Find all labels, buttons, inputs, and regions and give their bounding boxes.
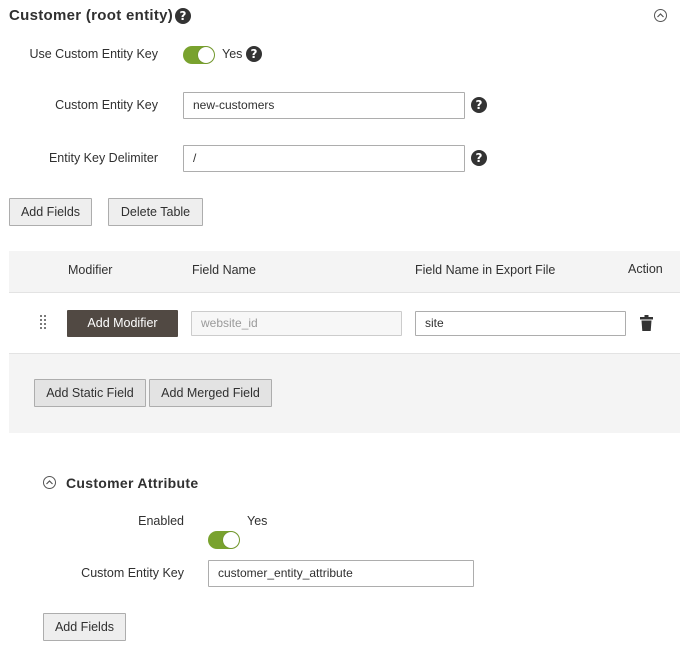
add-merged-field-button[interactable]: Add Merged Field [149, 379, 272, 407]
attribute-custom-key-input[interactable]: customer_entity_attribute [208, 560, 474, 587]
use-custom-key-label: Use Custom Entity Key [29, 47, 158, 61]
delimiter-label: Entity Key Delimiter [48, 151, 158, 165]
attribute-collapse-icon[interactable] [43, 476, 56, 489]
use-custom-key-toggle[interactable] [183, 46, 215, 64]
attribute-add-fields-button[interactable]: Add Fields [43, 613, 126, 641]
attribute-section-title: Customer Attribute [66, 475, 199, 491]
delimiter-input[interactable]: / [183, 145, 465, 172]
export-name-input[interactable]: site [415, 311, 626, 336]
add-static-field-button[interactable]: Add Static Field [34, 379, 146, 407]
delimiter-help-icon[interactable]: ? [471, 150, 487, 166]
attribute-enabled-state: Yes [247, 514, 268, 528]
attribute-enabled-label: Enabled [138, 514, 184, 528]
header-field-name: Field Name [192, 263, 256, 277]
attribute-enabled-toggle[interactable] [208, 531, 240, 549]
root-help-icon[interactable]: ? [175, 8, 191, 24]
add-modifier-button[interactable]: Add Modifier [67, 310, 178, 337]
header-modifier: Modifier [68, 263, 113, 277]
trash-icon[interactable] [640, 315, 653, 331]
header-export-name: Field Name in Export File [415, 263, 556, 277]
attribute-custom-key-label: Custom Entity Key [81, 566, 184, 580]
root-section-title: Customer (root entity) [9, 7, 174, 24]
custom-key-input[interactable]: new-customers [183, 92, 465, 119]
custom-key-label: Custom Entity Key [55, 98, 158, 112]
root-collapse-icon[interactable] [654, 9, 667, 22]
use-custom-key-help-icon[interactable]: ? [246, 46, 262, 62]
use-custom-key-state: Yes [222, 47, 243, 61]
add-fields-button[interactable]: Add Fields [9, 198, 92, 226]
custom-key-help-icon[interactable]: ? [471, 97, 487, 113]
field-name-input[interactable]: website_id [191, 311, 402, 336]
drag-handle-icon[interactable] [40, 315, 48, 333]
delete-table-button[interactable]: Delete Table [108, 198, 203, 226]
header-action: Action [628, 262, 663, 276]
